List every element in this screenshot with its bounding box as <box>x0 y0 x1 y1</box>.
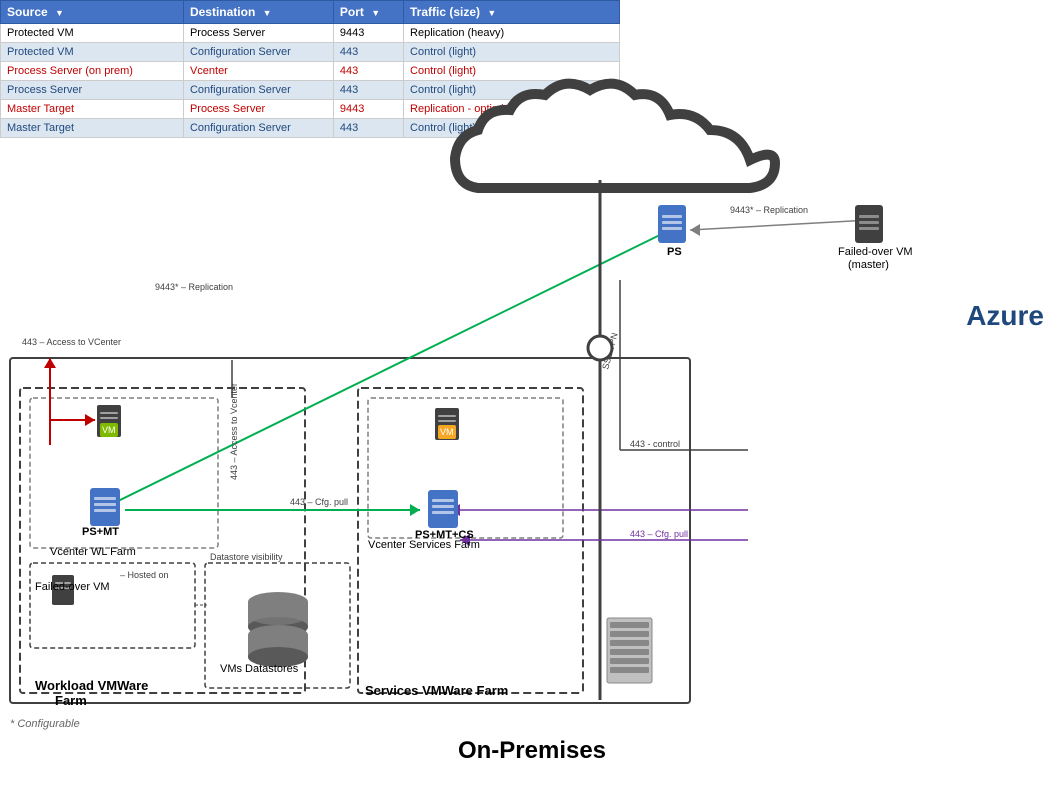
col-port[interactable]: Port ▼ <box>333 1 403 24</box>
label-workload-vmware: Workload VMWare <box>35 678 148 693</box>
table-cell-source: Process Server (on prem) <box>1 62 184 81</box>
table-cell-source: Protected VM <box>1 24 184 43</box>
label-failedover-cloud: Failed-over VM <box>838 246 913 258</box>
svg-text:VM: VM <box>440 427 454 437</box>
table-cell-destination: Process Server <box>183 24 333 43</box>
table-cell-source: Process Server <box>1 81 184 100</box>
table-cell-destination: Vcenter <box>183 62 333 81</box>
table-cell-port: 9443 <box>333 24 403 43</box>
label-ps-cloud: PS <box>667 246 682 258</box>
col-traffic[interactable]: Traffic (size) ▼ <box>404 1 620 24</box>
annotation-control: 443 - control <box>630 439 680 449</box>
onprem-label: On-Premises <box>458 737 606 765</box>
table-cell-traffic: Control (light) <box>404 81 620 100</box>
config-note: * Configurable <box>10 718 80 730</box>
label-hosted-on: – Hosted on <box>120 570 169 580</box>
annotation-cfg-pull: 443 – Cfg. pull <box>290 497 348 507</box>
table-cell-destination: Configuration Server <box>183 43 333 62</box>
label-vcenter-wl-farm: Vcenter WL Farm <box>50 546 136 558</box>
azure-label: Azure <box>966 300 1044 332</box>
table-cell-port: 443 <box>333 119 403 138</box>
table-cell-port: 9443 <box>333 100 403 119</box>
table-cell-traffic: Control (light) <box>404 62 620 81</box>
table-cell-traffic: Control (light) <box>404 43 620 62</box>
table-cell-traffic: Replication - optimized (heavy) <box>404 100 620 119</box>
table-cell-destination: Process Server <box>183 100 333 119</box>
table-cell-traffic: Control (light) <box>404 119 620 138</box>
label-vms-datastores: VMs Datastores <box>220 663 299 675</box>
svg-text:443 – Access to Vcenter: 443 – Access to Vcenter <box>229 383 239 480</box>
label-failedover-cloud-2: (master) <box>848 259 889 271</box>
table-cell-destination: Configuration Server <box>183 119 333 138</box>
table-cell-destination: Configuration Server <box>183 81 333 100</box>
col-destination[interactable]: Destination ▼ <box>183 1 333 24</box>
svg-text:VM: VM <box>102 425 116 435</box>
label-services-vmware: Services VMWare Farm <box>365 683 508 698</box>
label-psmtcs: PS+MT+CS <box>415 529 474 541</box>
annotation-ssl-vpn: SSL VPN <box>600 332 619 371</box>
label-failedover-onprem: Failed-over VM <box>35 581 110 593</box>
table-cell-port: 443 <box>333 81 403 100</box>
table-cell-source: Master Target <box>1 100 184 119</box>
table-cell-source: Protected VM <box>1 43 184 62</box>
label-vcenter-svc-farm: Vcenter Services Farm <box>368 539 480 551</box>
table-cell-traffic: Replication (heavy) <box>404 24 620 43</box>
label-datastore-visibility: Datastore visibility <box>210 552 283 562</box>
traffic-table: Source ▼ Destination ▼ Port ▼ Traffic (s… <box>0 0 620 138</box>
annotation-replication-left: 9443* – Replication <box>155 282 233 292</box>
table-cell-source: Master Target <box>1 119 184 138</box>
label-workload-vmware-2: Farm <box>55 693 87 708</box>
table-cell-port: 443 <box>333 43 403 62</box>
table-cell-port: 443 <box>333 62 403 81</box>
annotation-access-vcenter: 443 – Access to VCenter <box>22 337 121 347</box>
annotation-cfg-pull-right: 443 – Cfg. pull <box>630 529 688 539</box>
col-source[interactable]: Source ▼ <box>1 1 184 24</box>
annotation-replication-cloud: 9443* – Replication <box>730 205 808 215</box>
label-psmt: PS+MT <box>82 526 119 538</box>
